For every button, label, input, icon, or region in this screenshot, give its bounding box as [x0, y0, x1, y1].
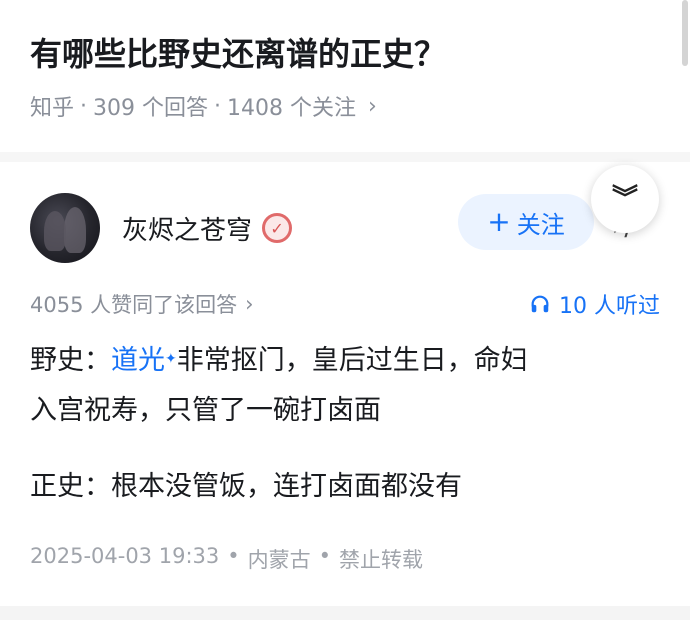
answer-content: 野史：道光✦非常抠门，皇后过生日，命妇 入宫祝寿，只管了一碗打卤面 正史：根本没…	[30, 336, 660, 512]
entity-link[interactable]: 道光✦	[111, 345, 177, 376]
content-paragraph: 正史：根本没管饭，连打卤面都没有	[30, 471, 462, 502]
entity-link-label: 道光	[111, 345, 165, 376]
separator-dot: •	[227, 544, 240, 568]
upvote-summary[interactable]: 4055 人赞同了该回答 ›	[30, 289, 254, 319]
location: 内蒙古	[247, 548, 311, 572]
listen-button[interactable]: 10 人听过	[529, 288, 660, 320]
plus-icon: +	[487, 205, 511, 238]
follow-button[interactable]: + 关注	[458, 194, 594, 250]
scrollbar[interactable]	[682, 0, 688, 66]
answer-footer-meta: 2025-04-03 19:33 • 内蒙古 • 禁止转载	[30, 544, 660, 574]
copyright-notice: 禁止转载	[339, 548, 424, 572]
content-paragraph: 入宫祝寿，只管了一碗打卤面	[30, 395, 381, 426]
question-title[interactable]: 有哪些比野史还离谱的正史？	[30, 32, 660, 76]
upvote-text: 4055 人赞同了该回答	[30, 293, 238, 317]
verified-badge-icon: ✓	[262, 213, 293, 243]
page: 有哪些比野史还离谱的正史？ 知乎 · 309 个回答 · 1408 个关注 › …	[0, 0, 690, 620]
separator-dot: ·	[80, 93, 88, 119]
question-meta[interactable]: 知乎 · 309 个回答 · 1408 个关注 ›	[30, 90, 660, 122]
separator-dot: •	[318, 544, 332, 568]
followers-count: 1408 个关注	[227, 96, 356, 121]
double-chevron-down-icon[interactable]: ︾	[591, 165, 659, 233]
author-name[interactable]: 灰烬之苍穹	[122, 210, 252, 247]
listen-count: 10 人听过	[559, 294, 660, 319]
source-label: 知乎	[30, 96, 75, 121]
separator-dot: ·	[214, 93, 222, 119]
sparkle-icon: ✦	[165, 351, 177, 367]
avatar[interactable]	[30, 193, 100, 263]
answer-stats: 4055 人赞同了该回答 › 10 人听过	[30, 288, 660, 320]
publish-date: 2025-04-03 19:33	[30, 544, 220, 568]
bottom-bar	[0, 606, 690, 620]
chevron-right-icon: ›	[245, 292, 254, 316]
chevron-right-icon: ›	[368, 93, 377, 119]
follow-label: 关注	[516, 210, 565, 239]
answers-count: 309 个回答	[93, 96, 209, 121]
question-header: 有哪些比野史还离谱的正史？ 知乎 · 309 个回答 · 1408 个关注 ›	[0, 0, 690, 152]
headphones-icon	[531, 295, 549, 313]
content-text: 野史：	[30, 345, 111, 376]
content-text: 非常抠门，皇后过生日，命妇	[176, 345, 528, 376]
content-paragraph: 野史：道光✦非常抠门，皇后过生日，命妇	[30, 336, 660, 386]
section-divider	[0, 152, 690, 162]
